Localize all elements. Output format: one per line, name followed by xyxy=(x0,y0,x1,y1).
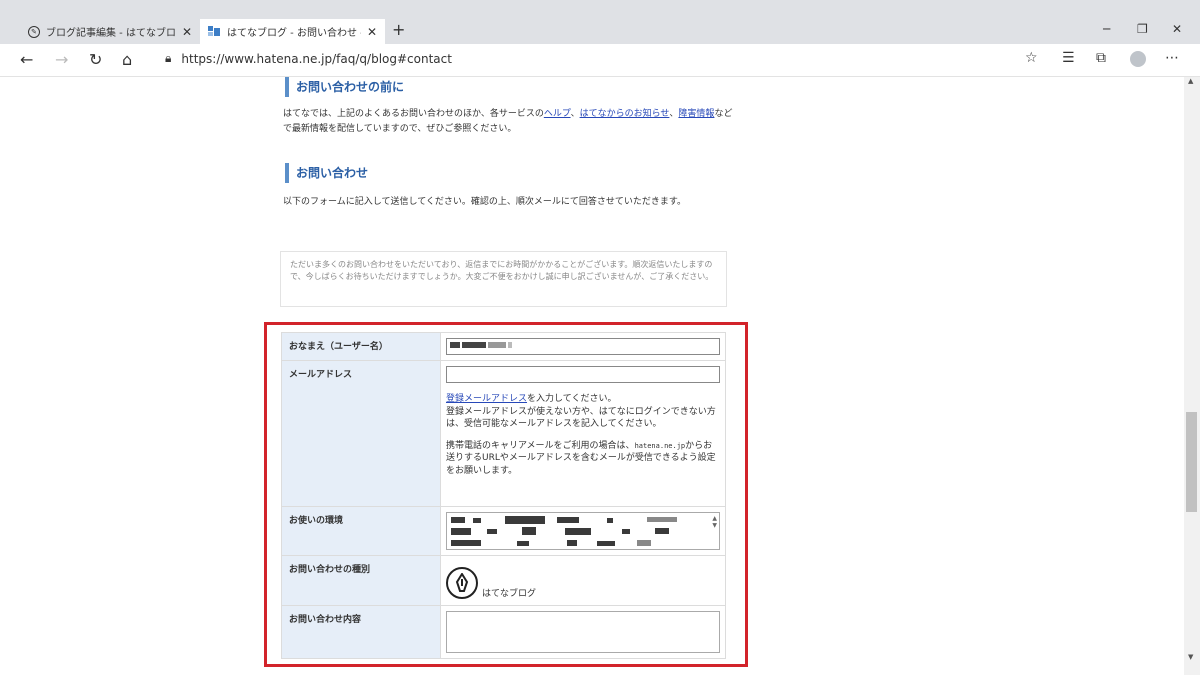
help-link[interactable]: ヘルプ xyxy=(544,109,571,119)
environment-cell: ▲ ▼ xyxy=(440,506,726,556)
close-icon[interactable]: ✕ xyxy=(182,25,192,39)
scroll-down-icon[interactable]: ▼ xyxy=(1188,653,1193,661)
redacted-text xyxy=(462,341,486,348)
redacted-text xyxy=(607,518,613,523)
tab-title: ブログ記事編集 - はてなブログ xyxy=(46,28,176,39)
section-intro-text: はてなでは、上記のよくあるお問い合わせのほか、各サービスのヘルプ、はてなからのお… xyxy=(283,107,733,137)
tab-title: はてなブログ - お問い合わせ - はてな xyxy=(227,28,361,39)
redacted-text xyxy=(565,528,591,535)
form-row-content: お問い合わせ内容 xyxy=(281,605,726,659)
environment-textarea[interactable]: ▲ ▼ xyxy=(446,512,720,550)
redacted-text xyxy=(557,517,579,523)
forward-icon[interactable]: → xyxy=(55,50,68,69)
content-cell xyxy=(440,605,726,659)
news-link[interactable]: はてなからのお知らせ xyxy=(580,109,670,119)
contact-instructions: 以下のフォームに記入して送信してください。確認の上、順次メールにて回答させていた… xyxy=(283,197,687,207)
home-icon[interactable]: ⌂ xyxy=(122,50,132,69)
redacted-text xyxy=(567,540,577,546)
url-text: https://www.hatena.ne.jp/faq/q/blog#cont… xyxy=(181,51,452,66)
redacted-text xyxy=(597,541,615,546)
email-help-text: 登録メールアドレスが使えない方や、はてなにログインできない方は、受信可能なメール… xyxy=(446,406,716,430)
redacted-text xyxy=(655,528,669,534)
redacted-text xyxy=(488,341,506,348)
redacted-text xyxy=(508,341,512,348)
service-name: はてなブログ xyxy=(482,589,537,599)
more-icon[interactable]: ⋯ xyxy=(1165,50,1179,66)
tab-contact[interactable]: はてなブログ - お問い合わせ - はてな ✕ xyxy=(200,19,385,44)
email-help: 登録メールアドレスを入力してください。 登録メールアドレスが使えない方や、はてな… xyxy=(446,393,720,431)
scrollbar-thumb[interactable] xyxy=(1186,412,1197,512)
registered-email-link[interactable]: 登録メールアドレス xyxy=(446,394,527,404)
lock-icon: 🔒︎ xyxy=(165,51,172,65)
email-help-text: を入力してください。 xyxy=(527,394,617,404)
page-content: お問い合わせの前に はてなでは、上記のよくあるお問い合わせのほか、各サービスのヘ… xyxy=(0,77,1184,675)
back-icon[interactable]: ← xyxy=(20,50,33,69)
email-cell: 登録メールアドレスを入力してください。 登録メールアドレスが使えない方や、はてな… xyxy=(440,360,726,507)
scroll-arrows-icon[interactable]: ▲ ▼ xyxy=(712,515,717,529)
section-heading-before-contact: お問い合わせの前に xyxy=(285,77,404,97)
hatena-blog-pen-icon xyxy=(446,567,478,599)
address-bar[interactable]: 🔒︎ https://www.hatena.ne.jp/faq/q/blog#c… xyxy=(165,51,452,66)
minimize-icon[interactable]: ─ xyxy=(1103,22,1110,36)
profile-icon[interactable] xyxy=(1130,51,1146,67)
name-label: おなまえ（ユーザー名） xyxy=(281,332,441,361)
separator: 、 xyxy=(570,109,580,119)
redacted-text xyxy=(451,517,465,523)
content-label: お問い合わせ内容 xyxy=(281,605,441,659)
notice-box: ただいま多くのお問い合わせをいただいており、返信までにお時間がかかることがござい… xyxy=(280,251,727,307)
redacted-text xyxy=(451,540,481,546)
form-row-type: お問い合わせの種別 はてなブログ xyxy=(281,555,726,606)
redacted-text xyxy=(505,516,545,524)
domain-text: hatena.ne.jp xyxy=(634,441,686,450)
form-row-name: おなまえ（ユーザー名） xyxy=(281,332,726,361)
incident-link[interactable]: 障害情報 xyxy=(678,109,714,119)
section-heading-contact: お問い合わせ xyxy=(285,163,368,183)
environment-label: お使いの環境 xyxy=(281,506,441,556)
redacted-text xyxy=(622,529,630,534)
redacted-text xyxy=(450,341,460,348)
type-cell: はてなブログ xyxy=(440,555,726,606)
intro-text: はてなでは、上記のよくあるお問い合わせのほか、各サービスの xyxy=(283,109,544,119)
redacted-text xyxy=(473,518,481,523)
content-textarea[interactable] xyxy=(446,611,720,653)
redacted-text xyxy=(522,527,536,535)
redacted-text xyxy=(517,541,529,546)
refresh-icon[interactable]: ↻ xyxy=(89,50,102,69)
email-label: メールアドレス xyxy=(281,360,441,507)
contact-form: おなまえ（ユーザー名） メールアドレス 登録メールアドレスを入力してください。 … xyxy=(281,332,726,659)
redacted-text xyxy=(451,528,471,535)
redacted-text xyxy=(487,529,497,534)
type-label: お問い合わせの種別 xyxy=(281,555,441,606)
plus-icon[interactable]: + xyxy=(392,20,405,39)
service-option[interactable]: はてなブログ xyxy=(446,561,720,599)
carrier-mail-help: 携帯電話のキャリアメールをご利用の場合は、hatena.ne.jpからお送りする… xyxy=(446,440,720,478)
name-input[interactable] xyxy=(446,338,720,355)
close-icon[interactable]: ✕ xyxy=(367,25,377,39)
redacted-text xyxy=(647,517,677,522)
scroll-up-icon[interactable]: ▲ xyxy=(1188,77,1193,85)
email-input[interactable] xyxy=(446,366,720,383)
hatena-blog-icon xyxy=(208,26,221,37)
maximize-icon[interactable]: ❐ xyxy=(1137,22,1148,36)
tab-strip: ✎ ブログ記事編集 - はてなブログ ✕ はてなブログ - お問い合わせ - は… xyxy=(0,0,1200,44)
form-row-environment: お使いの環境 ▲ ▼ xyxy=(281,506,726,556)
favorites-list-icon[interactable]: ☰ xyxy=(1062,50,1075,66)
carrier-help-text: 携帯電話のキャリアメールをご利用の場合は、 xyxy=(446,440,635,451)
close-icon[interactable]: ✕ xyxy=(1172,22,1182,36)
name-cell xyxy=(440,332,726,361)
favorite-star-icon[interactable]: ☆ xyxy=(1025,50,1038,66)
hatena-pen-icon: ✎ xyxy=(28,25,40,38)
redacted-text xyxy=(637,540,651,546)
form-row-email: メールアドレス 登録メールアドレスを入力してください。 登録メールアドレスが使え… xyxy=(281,360,726,507)
collections-icon[interactable]: ⧉ xyxy=(1096,50,1106,66)
browser-toolbar: ← → ↻ ⌂ 🔒︎ https://www.hatena.ne.jp/faq/… xyxy=(0,44,1200,77)
tab-blog-edit[interactable]: ✎ ブログ記事編集 - はてなブログ ✕ xyxy=(20,19,200,44)
page-scrollbar[interactable]: ▲ ▼ xyxy=(1184,77,1200,675)
